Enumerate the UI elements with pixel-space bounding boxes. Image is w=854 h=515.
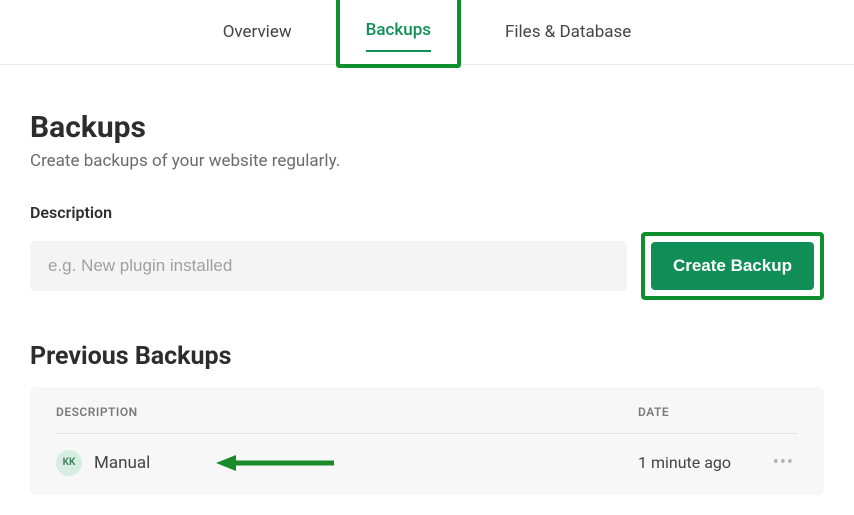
row-date-text: 1 minute ago [638, 453, 731, 472]
cell-description: KK Manual [56, 450, 638, 476]
col-description: DESCRIPTION [56, 405, 638, 419]
table-header: DESCRIPTION DATE [56, 405, 798, 434]
page-subtitle: Create backups of your website regularly… [30, 151, 824, 171]
page-title: Backups [30, 110, 824, 145]
tab-active-underline [366, 50, 431, 52]
row-description-text: Manual [94, 453, 150, 473]
table-row[interactable]: KK Manual 1 minute ago ••• [56, 434, 798, 491]
avatar: KK [56, 450, 82, 476]
col-date: DATE [638, 405, 798, 419]
tab-files-database[interactable]: Files & Database [493, 16, 643, 48]
previous-backups-title: Previous Backups [30, 342, 824, 371]
row-menu-icon[interactable]: ••• [769, 448, 798, 477]
tab-backups[interactable]: Backups [354, 14, 443, 46]
content: Backups Create backups of your website r… [0, 65, 854, 495]
previous-backups-table: DESCRIPTION DATE KK Manual 1 minute ago … [30, 387, 824, 495]
cell-date: 1 minute ago ••• [638, 448, 798, 477]
create-row: Create Backup [30, 232, 824, 300]
tab-overview[interactable]: Overview [211, 16, 304, 48]
tab-highlight-annotation: Backups [336, 0, 461, 68]
description-label: Description [30, 203, 824, 222]
tab-label: Backups [366, 20, 431, 40]
description-input[interactable] [30, 241, 627, 291]
tabs: Overview Backups Files & Database [0, 0, 854, 65]
create-backup-button[interactable]: Create Backup [651, 242, 814, 290]
button-highlight-annotation: Create Backup [641, 232, 824, 300]
